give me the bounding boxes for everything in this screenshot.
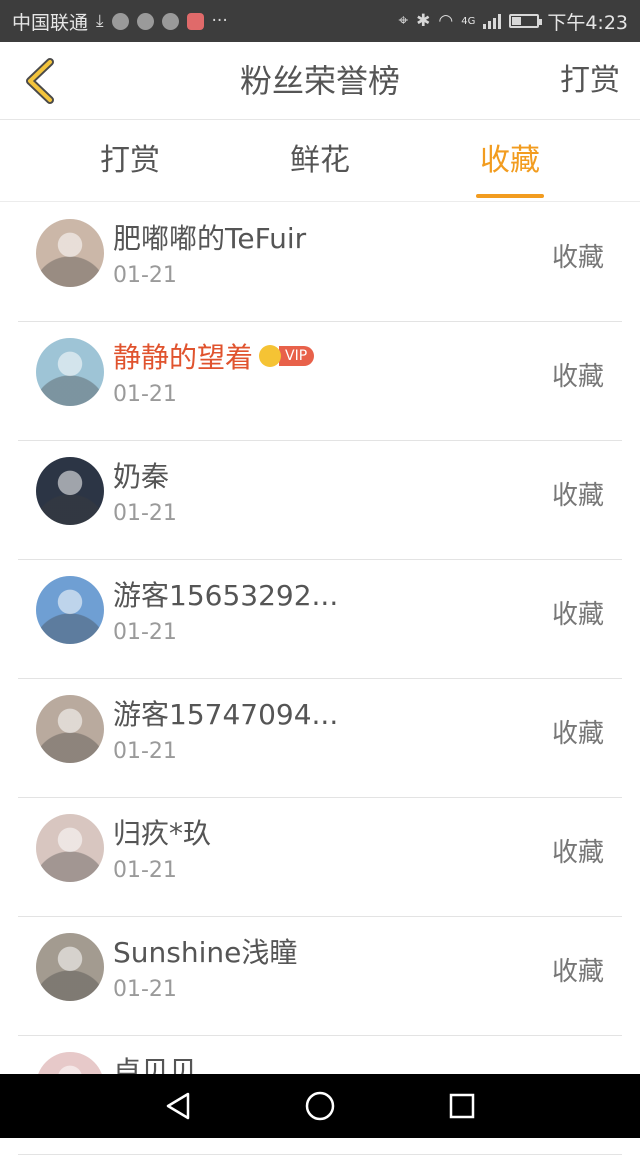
status-bar-left: 中国联通 ⤓ ··· <box>12 8 228 35</box>
bluetooth-icon: ✱ <box>416 10 431 31</box>
avatar[interactable] <box>36 576 104 644</box>
battery-icon <box>509 14 543 28</box>
tab-bar: 打赏 鲜花 收藏 <box>0 120 640 202</box>
user-name-text: 肥嘟嘟的TeFuir <box>113 222 307 255</box>
status-bar: 中国联通 ⤓ ··· ⌖ ✱ ◠ 4G 下午4:23 <box>0 0 640 42</box>
tab-label: 打赏 <box>100 143 160 178</box>
user-name-text: 游客15747094... <box>113 698 339 731</box>
wifi-icon: ◠ <box>438 10 454 31</box>
user-name: 静静的望着 VIP <box>113 336 315 376</box>
user-name: 游客15653292... <box>113 574 338 614</box>
tab-favorites[interactable]: 收藏 <box>476 120 544 202</box>
date-label: 01-21 <box>113 977 177 1002</box>
nav-back-button[interactable] <box>160 1088 196 1124</box>
avatar[interactable] <box>36 933 104 1001</box>
status-bar-right: ⌖ ✱ ◠ 4G 下午4:23 <box>399 8 628 35</box>
list-item[interactable]: 归疚*玖 01-21 收藏 <box>18 798 622 917</box>
action-label: 收藏 <box>551 957 604 987</box>
download-icon: ⤓ <box>96 10 104 31</box>
date-label: 01-21 <box>113 739 177 764</box>
compass-icon <box>136 12 154 30</box>
user-name-text: 奶秦 <box>113 460 170 493</box>
network-type-label: 4G <box>461 15 476 27</box>
more-notifications-icon: ··· <box>211 10 228 31</box>
tab-label: 鲜花 <box>290 143 350 178</box>
list-item[interactable]: 游客15653292... 01-21 收藏 <box>18 560 622 679</box>
user-name-text: 游客15653292... <box>113 579 339 612</box>
avatar[interactable] <box>36 814 104 882</box>
weibo-icon <box>186 12 204 30</box>
list-item[interactable]: 肥嘟嘟的TeFuir 01-21 收藏 <box>18 203 622 322</box>
active-tab-indicator <box>476 194 544 198</box>
list-item[interactable]: 静静的望着 VIP 01-21 收藏 <box>18 322 622 441</box>
user-name: 奶秦 <box>113 455 169 495</box>
date-label: 01-21 <box>113 382 177 407</box>
sync-icon <box>161 12 179 30</box>
signal-icon <box>483 13 502 29</box>
list-item[interactable]: 游客15747094... 01-21 收藏 <box>18 679 622 798</box>
action-label: 收藏 <box>551 838 604 868</box>
user-name: Sunshine浅瞳 <box>113 931 297 971</box>
location-icon: ⌖ <box>398 10 409 31</box>
action-label: 收藏 <box>551 243 604 273</box>
tab-reward[interactable]: 打赏 <box>68 120 192 202</box>
circle-home-icon <box>305 1091 335 1121</box>
user-name-text: 归疚*玖 <box>113 817 212 850</box>
nav-recents-button[interactable] <box>444 1088 480 1124</box>
date-label: 01-21 <box>113 263 177 288</box>
user-name: 游客15747094... <box>113 693 338 733</box>
crown-icon <box>259 345 282 367</box>
user-name-text: Sunshine浅瞳 <box>113 936 298 969</box>
user-name: 归疚*玖 <box>113 812 211 852</box>
triangle-back-icon <box>166 1092 190 1120</box>
tab-label: 收藏 <box>480 143 540 178</box>
action-label: 收藏 <box>551 362 604 392</box>
date-label: 01-21 <box>113 501 177 526</box>
nav-home-button[interactable] <box>302 1088 338 1124</box>
tab-flowers[interactable]: 鲜花 <box>258 120 382 202</box>
user-name: 肥嘟嘟的TeFuir <box>113 217 306 257</box>
list-item[interactable]: Sunshine浅瞳 01-21 收藏 <box>18 917 622 1036</box>
clock: 下午4:23 <box>547 11 628 34</box>
avatar[interactable] <box>36 695 104 763</box>
system-nav-bar <box>0 1074 640 1138</box>
action-label: 收藏 <box>551 719 604 749</box>
avatar[interactable] <box>36 457 104 525</box>
square-recents-icon <box>449 1093 475 1119</box>
action-label: 收藏 <box>551 600 604 630</box>
header: 粉丝荣誉榜 打赏 <box>0 42 640 120</box>
date-label: 01-21 <box>113 620 177 645</box>
avatar[interactable] <box>36 219 104 287</box>
action-label: 收藏 <box>551 481 604 511</box>
date-label: 01-21 <box>113 858 177 883</box>
reward-button[interactable]: 打赏 <box>560 42 620 120</box>
user-name-text: 静静的望着 <box>113 341 254 374</box>
avatar[interactable] <box>36 338 104 406</box>
page-title: 粉丝荣誉榜 <box>239 62 400 100</box>
list-item[interactable]: 奶秦 01-21 收藏 <box>18 441 622 560</box>
app-notification-icon <box>111 12 129 30</box>
vip-badge: VIP <box>279 346 315 366</box>
carrier-label: 中国联通 <box>12 11 89 34</box>
